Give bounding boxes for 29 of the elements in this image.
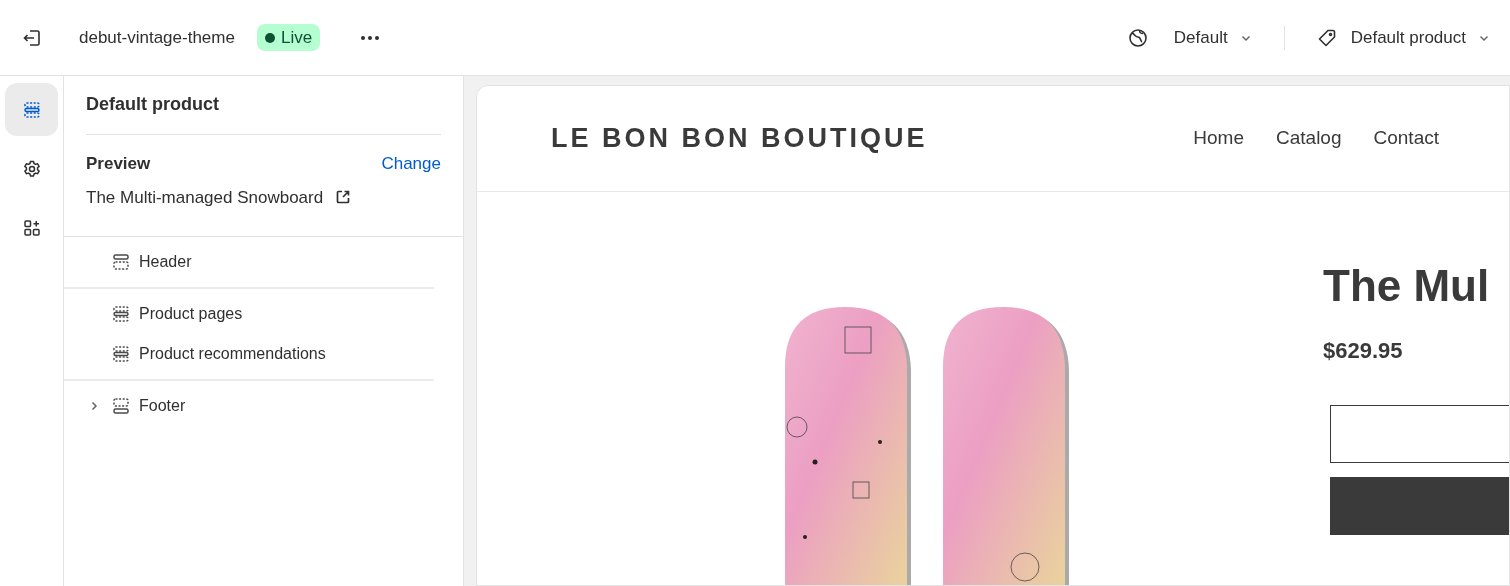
more-icon: [360, 34, 381, 41]
preview-label: Preview: [86, 153, 151, 175]
template-select[interactable]: Default product: [1316, 19, 1490, 56]
preview-product: The Multi-managed Snowboard: [86, 186, 324, 209]
globe-icon: [1127, 27, 1148, 48]
theme-name: debut-vintage-theme: [79, 26, 235, 49]
section-icon: [22, 100, 41, 119]
apps-add-icon: [21, 217, 42, 238]
section-item[interactable]: Header: [64, 242, 434, 282]
tag-icon: [1316, 27, 1337, 48]
store-nav-link[interactable]: Contact: [1373, 124, 1439, 153]
store-nav-link[interactable]: Catalog: [1276, 124, 1342, 153]
section-item[interactable]: Product recommendations: [64, 334, 434, 374]
external-link-icon[interactable]: [335, 189, 352, 206]
store-logo: LE BON BON BOUTIQUE: [551, 122, 928, 156]
change-link[interactable]: Change: [381, 151, 441, 177]
live-badge: Live: [256, 24, 321, 51]
panel-title: Default product: [86, 75, 441, 135]
settings-icon: [21, 158, 42, 179]
product-title: The Mul: [1323, 264, 1491, 308]
section-item[interactable]: Product pages: [64, 294, 434, 334]
header-section-icon: [112, 253, 130, 271]
section-icon: [112, 345, 130, 363]
footer-section-icon: [112, 397, 130, 415]
store-nav-link[interactable]: Home: [1193, 124, 1244, 153]
section-icon: [112, 305, 130, 323]
product-price: $629.95: [1323, 337, 1404, 365]
section-item[interactable]: Footer: [64, 386, 434, 426]
locale-select[interactable]: Default: [1127, 19, 1252, 56]
